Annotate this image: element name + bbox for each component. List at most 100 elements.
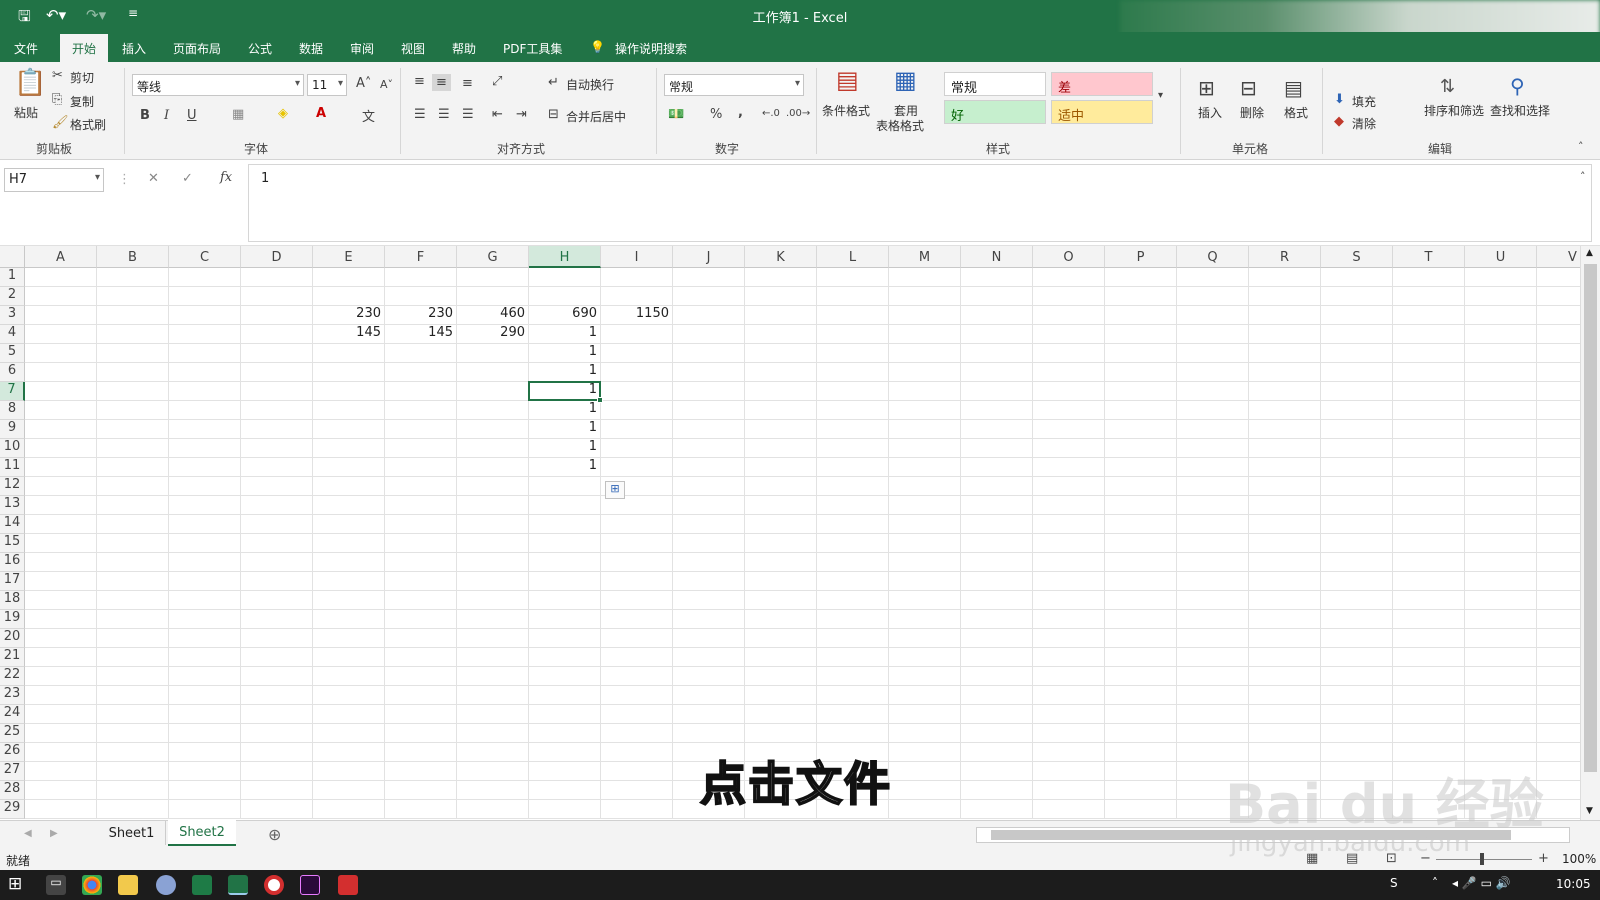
row-header-19[interactable]: 19 bbox=[0, 610, 25, 629]
scroll-down-icon[interactable]: ▼ bbox=[1586, 806, 1593, 816]
app-icon[interactable] bbox=[156, 875, 176, 895]
row-header-15[interactable]: 15 bbox=[0, 534, 25, 553]
align-left-icon[interactable]: ☰ bbox=[414, 107, 426, 122]
tab-view[interactable]: 视图 bbox=[401, 40, 425, 57]
row-header-12[interactable]: 12 bbox=[0, 477, 25, 496]
sogou-icon[interactable]: S bbox=[1390, 876, 1398, 890]
green-app-icon[interactable] bbox=[192, 875, 212, 895]
fill-button[interactable]: 填充 bbox=[1352, 93, 1376, 110]
format-cells-button[interactable]: 格式 bbox=[1284, 104, 1308, 121]
column-header-h[interactable]: H bbox=[529, 246, 601, 268]
decrease-indent-icon[interactable]: ⇤ bbox=[492, 107, 503, 122]
phonetic-icon[interactable]: 文 bbox=[362, 106, 375, 125]
column-header-d[interactable]: D bbox=[241, 246, 313, 268]
tab-review[interactable]: 审阅 bbox=[350, 40, 374, 57]
row-header-9[interactable]: 9 bbox=[0, 420, 25, 439]
cell-i3[interactable]: 1150 bbox=[601, 306, 673, 325]
add-sheet-icon[interactable]: ⊕ bbox=[268, 825, 281, 844]
row-header-29[interactable]: 29 bbox=[0, 800, 25, 819]
tab-help[interactable]: 帮助 bbox=[452, 40, 476, 57]
file-explorer-icon[interactable] bbox=[118, 875, 138, 895]
cell-h8[interactable]: 1 bbox=[529, 401, 601, 420]
border-icon[interactable]: ▦ bbox=[232, 107, 244, 122]
row-header-20[interactable]: 20 bbox=[0, 629, 25, 648]
column-header-m[interactable]: M bbox=[889, 246, 961, 268]
cut-button[interactable]: 剪切 bbox=[70, 69, 94, 86]
vertical-scrollbar[interactable]: ▲ ▼ bbox=[1580, 246, 1600, 820]
scroll-up-icon[interactable]: ▲ bbox=[1586, 248, 1593, 258]
delete-cells-button[interactable]: 删除 bbox=[1240, 104, 1264, 121]
style-good[interactable]: 好 bbox=[944, 100, 1046, 124]
align-center-icon[interactable]: ☰ bbox=[438, 107, 450, 122]
zoom-level[interactable]: 100% bbox=[1562, 852, 1596, 866]
style-normal[interactable]: 常规 bbox=[944, 72, 1046, 96]
tray-up-icon[interactable]: ˄ bbox=[1432, 876, 1438, 890]
column-header-e[interactable]: E bbox=[313, 246, 385, 268]
tray-icons[interactable]: ◂ 🎤 ▭ 🔊 bbox=[1452, 876, 1511, 890]
cancel-icon[interactable]: ✕ bbox=[148, 171, 159, 186]
cell-g3[interactable]: 460 bbox=[457, 306, 529, 325]
copy-button[interactable]: 复制 bbox=[70, 93, 94, 110]
auto-fill-options-icon[interactable]: ⊞ bbox=[605, 481, 625, 499]
format-table-line2[interactable]: 表格格式 bbox=[876, 117, 924, 134]
row-header-18[interactable]: 18 bbox=[0, 591, 25, 610]
align-top-icon[interactable]: ≡ bbox=[414, 74, 425, 89]
cell-h10[interactable]: 1 bbox=[529, 439, 601, 458]
wrap-text-button[interactable]: 自动换行 bbox=[566, 76, 614, 93]
zoom-slider[interactable] bbox=[1436, 859, 1532, 860]
cell-h11[interactable]: 1 bbox=[529, 458, 601, 477]
task-view-icon[interactable]: ▭ bbox=[46, 875, 66, 895]
style-bad[interactable]: 差 bbox=[1051, 72, 1153, 96]
increase-decimal-icon[interactable]: ←.0 bbox=[762, 108, 780, 119]
cell-e4[interactable]: 145 bbox=[313, 325, 385, 344]
increase-indent-icon[interactable]: ⇥ bbox=[516, 107, 527, 122]
row-header-1[interactable]: 1 bbox=[0, 268, 25, 287]
shrink-font-icon[interactable]: A˅ bbox=[380, 78, 393, 91]
bold-button[interactable]: B bbox=[140, 108, 150, 123]
column-header-s[interactable]: S bbox=[1321, 246, 1393, 268]
row-header-7[interactable]: 7 bbox=[0, 382, 25, 401]
prev-sheet-icon[interactable]: ◀ bbox=[24, 828, 32, 839]
clear-button[interactable]: 清除 bbox=[1352, 115, 1376, 132]
column-header-a[interactable]: A bbox=[25, 246, 97, 268]
cell-h9[interactable]: 1 bbox=[529, 420, 601, 439]
sort-filter-button[interactable]: 排序和筛选 bbox=[1424, 102, 1484, 119]
cell-h3[interactable]: 690 bbox=[529, 306, 601, 325]
row-header-16[interactable]: 16 bbox=[0, 553, 25, 572]
font-color-icon[interactable]: A bbox=[316, 106, 326, 121]
paste-icon[interactable]: 📋 bbox=[14, 68, 46, 98]
row-header-24[interactable]: 24 bbox=[0, 705, 25, 724]
next-sheet-icon[interactable]: ▶ bbox=[50, 828, 58, 839]
align-middle-icon[interactable]: ≡ bbox=[432, 74, 451, 91]
row-header-5[interactable]: 5 bbox=[0, 344, 25, 363]
font-name-combo[interactable]: 等线 bbox=[132, 74, 304, 96]
number-format-combo[interactable]: 常规 bbox=[664, 74, 804, 96]
row-header-27[interactable]: 27 bbox=[0, 762, 25, 781]
row-header-23[interactable]: 23 bbox=[0, 686, 25, 705]
row-header-14[interactable]: 14 bbox=[0, 515, 25, 534]
excel-icon[interactable] bbox=[228, 875, 248, 895]
premiere-icon[interactable] bbox=[300, 875, 320, 895]
tab-home[interactable]: 开始 bbox=[60, 34, 109, 62]
row-header-3[interactable]: 3 bbox=[0, 306, 25, 325]
tab-pdf-tools[interactable]: PDF工具集 bbox=[503, 40, 562, 57]
collapse-ribbon-icon[interactable]: ˄ bbox=[1578, 140, 1584, 153]
row-header-28[interactable]: 28 bbox=[0, 781, 25, 800]
zoom-slider-thumb[interactable] bbox=[1480, 853, 1484, 865]
row-header-11[interactable]: 11 bbox=[0, 458, 25, 477]
row-header-26[interactable]: 26 bbox=[0, 743, 25, 762]
fill-handle[interactable] bbox=[597, 397, 603, 403]
column-header-r[interactable]: R bbox=[1249, 246, 1321, 268]
windows-start-icon[interactable]: ⊞ bbox=[8, 874, 22, 894]
column-header-n[interactable]: N bbox=[961, 246, 1033, 268]
formula-input[interactable]: 1 bbox=[248, 164, 1592, 242]
vertical-scroll-thumb[interactable] bbox=[1584, 264, 1597, 772]
row-header-21[interactable]: 21 bbox=[0, 648, 25, 667]
column-header-j[interactable]: J bbox=[673, 246, 745, 268]
row-header-17[interactable]: 17 bbox=[0, 572, 25, 591]
collapse-formula-icon[interactable]: ˄ bbox=[1580, 170, 1586, 183]
row-header-2[interactable]: 2 bbox=[0, 287, 25, 306]
align-bottom-icon[interactable]: ≡ bbox=[462, 76, 473, 91]
column-header-u[interactable]: U bbox=[1465, 246, 1537, 268]
style-neutral[interactable]: 适中 bbox=[1051, 100, 1153, 124]
